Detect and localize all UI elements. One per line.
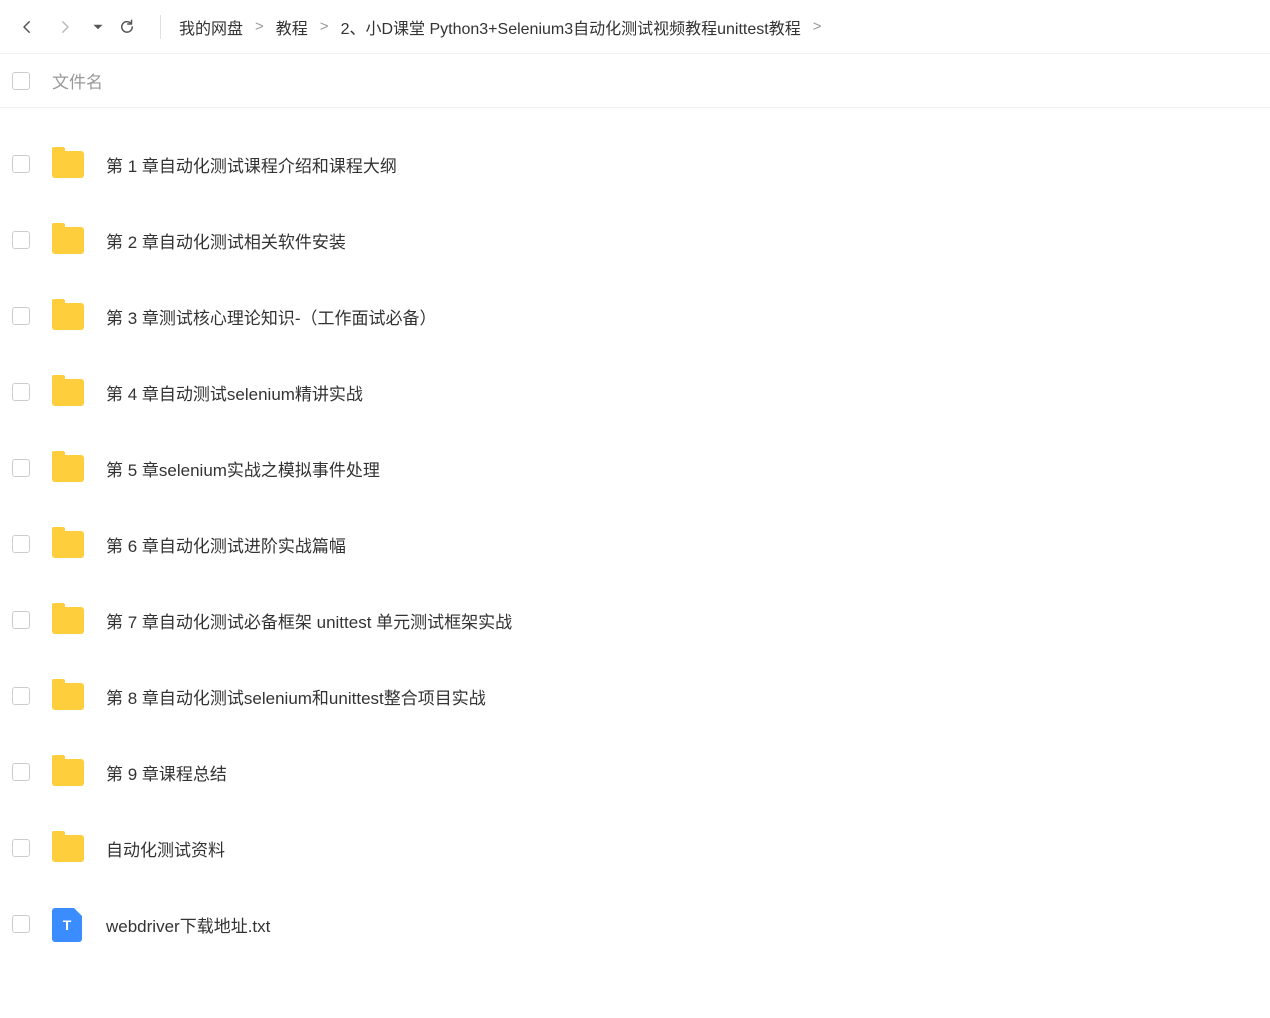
file-icon-wrap [52, 528, 84, 560]
txt-file-icon: T [52, 908, 82, 942]
file-name[interactable]: 第 1 章自动化测试课程介绍和课程大纲 [106, 152, 397, 177]
file-icon-wrap [52, 148, 84, 180]
breadcrumb: 我的网盘 > 教程 > 2、小D课堂 Python3+Selenium3自动化测… [179, 15, 833, 39]
file-icon-wrap [52, 604, 84, 636]
file-row[interactable]: T webdriver下载地址.txt [0, 886, 1270, 962]
row-checkbox[interactable] [12, 231, 30, 249]
row-checkbox[interactable] [12, 915, 30, 933]
breadcrumb-item-root[interactable]: 我的网盘 [179, 15, 243, 39]
file-row[interactable]: 第 9 章课程总结 [0, 734, 1270, 810]
row-checkbox[interactable] [12, 763, 30, 781]
folder-icon [52, 151, 84, 178]
folder-icon [52, 759, 84, 786]
column-header-name[interactable]: 文件名 [52, 68, 103, 93]
breadcrumb-item-1[interactable]: 教程 [276, 15, 308, 39]
folder-icon [52, 379, 84, 406]
file-name[interactable]: 自动化测试资料 [106, 836, 225, 861]
file-name[interactable]: 第 2 章自动化测试相关软件安装 [106, 228, 346, 253]
file-name[interactable]: 第 4 章自动测试selenium精讲实战 [106, 380, 363, 405]
file-name[interactable]: 第 7 章自动化测试必备框架 unittest 单元测试框架实战 [106, 608, 512, 633]
folder-icon [52, 683, 84, 710]
file-row[interactable]: 第 8 章自动化测试selenium和unittest整合项目实战 [0, 658, 1270, 734]
row-checkbox[interactable] [12, 611, 30, 629]
folder-icon [52, 607, 84, 634]
file-icon-wrap [52, 756, 84, 788]
list-header: 文件名 [0, 54, 1270, 108]
file-row[interactable]: 第 4 章自动测试selenium精讲实战 [0, 354, 1270, 430]
breadcrumb-separator: > [813, 18, 822, 35]
folder-icon [52, 227, 84, 254]
file-row[interactable]: 第 1 章自动化测试课程介绍和课程大纲 [0, 126, 1270, 202]
file-row[interactable]: 第 6 章自动化测试进阶实战篇幅 [0, 506, 1270, 582]
row-checkbox[interactable] [12, 155, 30, 173]
file-row[interactable]: 第 5 章selenium实战之模拟事件处理 [0, 430, 1270, 506]
back-button[interactable] [12, 12, 42, 42]
folder-icon [52, 455, 84, 482]
file-row[interactable]: 第 3 章测试核心理论知识-（工作面试必备） [0, 278, 1270, 354]
row-checkbox[interactable] [12, 383, 30, 401]
dropdown-button[interactable] [88, 12, 108, 42]
file-row[interactable]: 第 2 章自动化测试相关软件安装 [0, 202, 1270, 278]
folder-icon [52, 835, 84, 862]
row-checkbox[interactable] [12, 687, 30, 705]
file-icon-wrap [52, 452, 84, 484]
select-all-checkbox[interactable] [12, 72, 30, 90]
row-checkbox[interactable] [12, 459, 30, 477]
file-row[interactable]: 第 7 章自动化测试必备框架 unittest 单元测试框架实战 [0, 582, 1270, 658]
file-name[interactable]: 第 8 章自动化测试selenium和unittest整合项目实战 [106, 684, 486, 709]
chevron-left-icon [18, 18, 36, 36]
refresh-button[interactable] [112, 12, 142, 42]
file-icon-wrap [52, 376, 84, 408]
folder-icon [52, 303, 84, 330]
toolbar: 我的网盘 > 教程 > 2、小D课堂 Python3+Selenium3自动化测… [0, 0, 1270, 54]
row-checkbox[interactable] [12, 307, 30, 325]
file-list: 第 1 章自动化测试课程介绍和课程大纲 第 2 章自动化测试相关软件安装 第 3… [0, 108, 1270, 962]
breadcrumb-separator: > [255, 18, 264, 35]
file-name[interactable]: webdriver下载地址.txt [106, 912, 270, 937]
file-icon-wrap [52, 680, 84, 712]
file-name[interactable]: 第 3 章测试核心理论知识-（工作面试必备） [106, 304, 437, 329]
breadcrumb-separator: > [320, 18, 329, 35]
file-icon-wrap: T [52, 908, 84, 940]
file-icon-wrap [52, 224, 84, 256]
folder-icon [52, 531, 84, 558]
file-row[interactable]: 自动化测试资料 [0, 810, 1270, 886]
file-name[interactable]: 第 6 章自动化测试进阶实战篇幅 [106, 532, 346, 557]
forward-button[interactable] [50, 12, 80, 42]
row-checkbox[interactable] [12, 839, 30, 857]
file-name[interactable]: 第 5 章selenium实战之模拟事件处理 [106, 456, 380, 481]
caret-down-icon [89, 18, 107, 36]
file-icon-wrap [52, 832, 84, 864]
chevron-right-icon [56, 18, 74, 36]
refresh-icon [118, 18, 136, 36]
breadcrumb-item-2[interactable]: 2、小D课堂 Python3+Selenium3自动化测试视频教程unittes… [341, 15, 801, 39]
file-icon-wrap [52, 300, 84, 332]
toolbar-divider [160, 15, 161, 39]
row-checkbox[interactable] [12, 535, 30, 553]
file-name[interactable]: 第 9 章课程总结 [106, 760, 227, 785]
